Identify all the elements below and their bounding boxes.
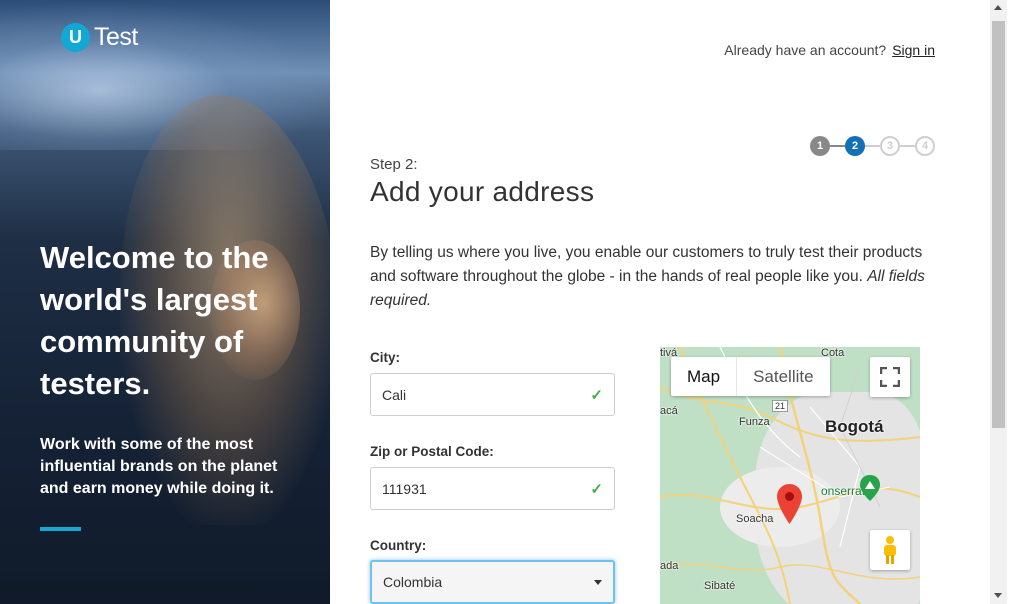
map-label-sibate: Sibaté bbox=[704, 580, 736, 592]
logo-icon: U bbox=[61, 23, 90, 52]
scroll-thumb[interactable] bbox=[992, 21, 1005, 428]
zip-label: Zip or Postal Code: bbox=[370, 444, 494, 459]
country-label: Country: bbox=[370, 538, 427, 553]
step-3: 3 bbox=[880, 136, 900, 156]
dropdown-caret-icon bbox=[594, 579, 602, 585]
map-label-soacha: Soacha bbox=[736, 513, 774, 525]
map-route-shield: 21 bbox=[772, 400, 789, 412]
map-label-ada: ada bbox=[660, 560, 679, 572]
zip-field[interactable]: ✓ bbox=[370, 467, 615, 510]
pegman-icon bbox=[884, 536, 896, 564]
zip-input[interactable] bbox=[382, 480, 591, 497]
page-scrollbar[interactable] bbox=[990, 0, 1007, 604]
scroll-up-icon[interactable] bbox=[994, 5, 1002, 10]
page-title: Add your address bbox=[370, 176, 595, 207]
city-field[interactable]: ✓ bbox=[370, 373, 615, 416]
map-label-bogota: Bogotá bbox=[825, 417, 884, 436]
location-map[interactable]: tivá Cota acá 21 Funza Bogotá onserrate … bbox=[660, 347, 920, 604]
utest-logo[interactable]: U Test bbox=[61, 23, 138, 52]
city-input[interactable] bbox=[382, 386, 591, 403]
check-icon: ✓ bbox=[590, 480, 603, 498]
step-connector bbox=[900, 145, 915, 147]
park-marker-icon bbox=[860, 475, 880, 501]
sign-in-link[interactable]: Sign in bbox=[892, 42, 935, 58]
account-prompt-text: Already have an account? bbox=[724, 42, 887, 58]
map-tab-map[interactable]: Map bbox=[671, 357, 738, 396]
step-label: Step 2: bbox=[370, 156, 418, 173]
map-tab-satellite[interactable]: Satellite bbox=[737, 357, 829, 396]
city-label: City: bbox=[370, 350, 400, 365]
country-select[interactable]: Colombia bbox=[370, 560, 615, 604]
hero-panel: U Test Welcome to the world's largest co… bbox=[0, 0, 330, 604]
hero-accent-bar bbox=[40, 527, 81, 531]
intro-text: By telling us where you live, you enable… bbox=[370, 241, 950, 313]
logo-text: Test bbox=[94, 23, 138, 51]
map-type-control: Map Satellite bbox=[671, 357, 830, 396]
progress-stepper: 1 2 3 4 bbox=[810, 136, 935, 156]
location-pin-icon[interactable] bbox=[777, 484, 802, 524]
step-1: 1 bbox=[810, 136, 830, 156]
step-4: 4 bbox=[915, 136, 935, 156]
fullscreen-icon bbox=[880, 367, 900, 387]
signin-prompt: Already have an account? Sign in bbox=[724, 42, 935, 58]
hero-subtitle: Work with some of the most influential b… bbox=[40, 436, 278, 497]
street-view-button[interactable] bbox=[870, 530, 910, 570]
step-connector bbox=[830, 145, 845, 147]
map-label-funza: Funza bbox=[739, 416, 770, 428]
country-value: Colombia bbox=[383, 574, 443, 590]
intro-body: By telling us where you live, you enable… bbox=[370, 244, 923, 285]
hero-title: Welcome to the world's largest community… bbox=[40, 240, 269, 401]
fullscreen-button[interactable] bbox=[870, 357, 910, 397]
step-2: 2 bbox=[845, 136, 865, 156]
step-connector bbox=[865, 145, 880, 147]
map-label-aca: acá bbox=[660, 405, 678, 417]
scroll-down-icon[interactable] bbox=[994, 593, 1002, 598]
check-icon: ✓ bbox=[590, 386, 603, 404]
